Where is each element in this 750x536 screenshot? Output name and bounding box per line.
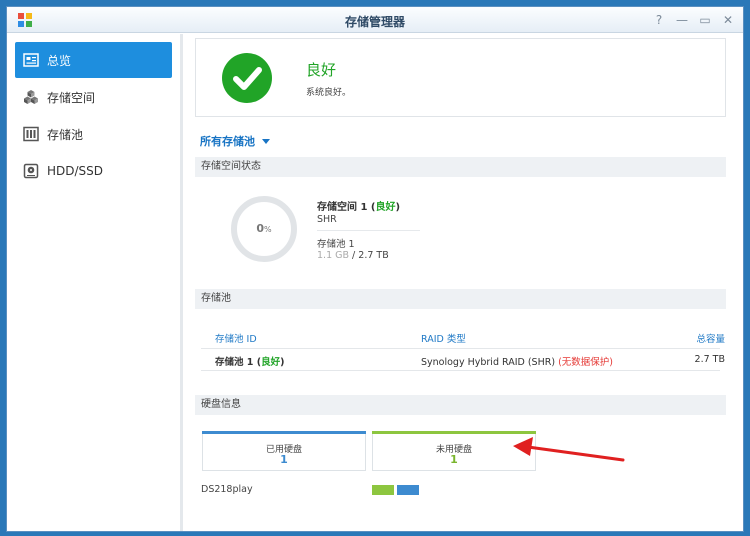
disk-slot-used[interactable]: [397, 485, 419, 495]
volume-usage-percent: 0%: [256, 222, 272, 235]
sidebar-item-label: 存储空间: [47, 90, 96, 105]
sidebar-item-label: 总览: [47, 53, 72, 68]
volume-type: SHR: [317, 214, 337, 225]
filter-label: 所有存储池: [200, 135, 255, 148]
pool-row-raid: Synology Hybrid RAID (SHR) (无数据保护): [421, 357, 613, 368]
pool-icon: [23, 126, 39, 142]
maximize-button[interactable]: ▭: [696, 11, 714, 29]
device-name: DS218play: [201, 484, 253, 495]
help-button[interactable]: ?: [650, 11, 668, 29]
system-status-subtitle: 系统良好。: [306, 88, 352, 98]
pool-row-capacity: 2.7 TB: [694, 354, 725, 365]
check-icon: [233, 67, 262, 90]
unused-disks-count: 1: [450, 453, 458, 466]
unused-disks-bar: [372, 431, 536, 434]
storage-pool-filter-dropdown[interactable]: 所有存储池: [200, 133, 270, 149]
divider: [317, 230, 420, 231]
used-disks-count: 1: [280, 453, 288, 466]
volume-name: 存储空间 1 (良好): [317, 202, 401, 213]
volume-pool-name: 存储池 1: [317, 239, 355, 250]
disk-slot-unused[interactable]: [372, 485, 394, 495]
divider: [201, 348, 720, 349]
volume-capacity: 1.1 GB / 2.7 TB: [317, 250, 389, 261]
status-check-badge: [222, 53, 272, 103]
sidebar-item-storage-pool[interactable]: 存储池: [15, 116, 172, 152]
close-button[interactable]: ✕: [719, 11, 737, 29]
used-disks-bar: [202, 431, 366, 434]
storage-manager-window: 存储管理器 ? — ▭ ✕ 总览 存储空间 存储池 HDD/SSD 良好 系统良…: [6, 6, 744, 532]
minimize-button[interactable]: —: [673, 11, 691, 29]
overview-icon: [23, 53, 39, 67]
sidebar-item-volume[interactable]: 存储空间: [15, 79, 172, 115]
title-bar[interactable]: 存储管理器 ? — ▭ ✕: [7, 7, 743, 33]
storage-pool-header: 存储池: [195, 289, 726, 309]
sidebar: 总览 存储空间 存储池 HDD/SSD: [7, 34, 183, 531]
column-header-pool-id[interactable]: 存储池 ID: [215, 331, 257, 345]
pool-status: 良好: [261, 357, 281, 368]
sidebar-item-label: HDD/SSD: [47, 164, 104, 178]
sidebar-item-overview[interactable]: 总览: [15, 42, 172, 78]
column-header-capacity[interactable]: 总容量: [696, 331, 725, 345]
overview-panel: 良好 系统良好。 所有存储池 存储空间状态 0% 存储空间 1 (良好) SHR…: [195, 34, 743, 531]
sidebar-item-label: 存储池: [47, 127, 84, 142]
column-header-raid-type[interactable]: RAID 类型: [421, 331, 466, 345]
caret-down-icon: [262, 139, 270, 144]
window-title: 存储管理器: [344, 15, 405, 29]
pool-row-id[interactable]: 存储池 1 (良好): [215, 354, 284, 368]
disk-info-header: 硬盘信息: [195, 395, 726, 415]
unused-disks-card[interactable]: 未用硬盘 1: [372, 431, 536, 471]
used-disks-card[interactable]: 已用硬盘 1: [202, 431, 366, 471]
hdd-icon: [23, 163, 39, 179]
cubes-icon: [24, 90, 38, 104]
no-data-protection-warning: (无数据保护): [558, 357, 613, 368]
divider: [201, 370, 720, 371]
system-status-title: 良好: [306, 61, 337, 79]
system-status-card: 良好 系统良好。: [195, 38, 726, 117]
volume-status: 良好: [375, 202, 396, 213]
sidebar-item-hdd-ssd[interactable]: HDD/SSD: [15, 153, 172, 189]
volume-status-header: 存储空间状态: [195, 157, 726, 177]
